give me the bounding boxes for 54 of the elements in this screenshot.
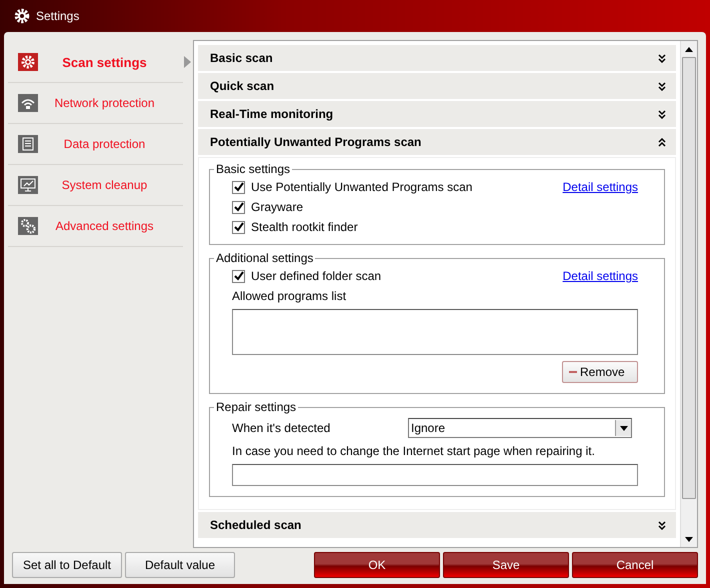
section-header[interactable]: Basic scan bbox=[198, 45, 676, 71]
checkbox[interactable] bbox=[232, 220, 245, 234]
expand-chevron-icon bbox=[658, 54, 666, 62]
action-dropdown[interactable]: Ignore bbox=[408, 418, 632, 438]
section-header[interactable]: Quick scan bbox=[198, 73, 676, 99]
sidebar-item[interactable]: Scan settings bbox=[8, 42, 183, 83]
scroll-thumb[interactable] bbox=[682, 57, 696, 499]
sidebar-item[interactable]: System cleanup bbox=[8, 165, 183, 206]
dropdown-arrow-icon bbox=[620, 426, 628, 430]
gears-icon bbox=[18, 217, 38, 235]
default-button[interactable]: Default value bbox=[125, 552, 235, 578]
field-label: In case you need to change the Internet start page when repairing it. bbox=[232, 444, 596, 458]
gear-icon bbox=[18, 53, 38, 71]
gear-icon bbox=[14, 8, 30, 24]
collapse-chevron-icon bbox=[658, 138, 666, 146]
wifi-icon bbox=[18, 94, 38, 112]
checkbox-label: Grayware bbox=[251, 200, 304, 214]
sidebar-item[interactable]: Network protection bbox=[8, 83, 183, 124]
document-icon bbox=[18, 135, 38, 153]
field-label: Allowed programs list bbox=[232, 289, 348, 303]
section-header[interactable]: Scheduled scan bbox=[198, 512, 676, 538]
group-title: Additional settings bbox=[215, 251, 314, 265]
dialog-button[interactable]: OK bbox=[314, 552, 440, 578]
scrollbar[interactable] bbox=[680, 41, 697, 547]
pointer-arrow-icon bbox=[184, 56, 191, 68]
expand-chevron-icon bbox=[658, 110, 666, 118]
expand-chevron-icon bbox=[658, 82, 666, 90]
expand-chevron-icon bbox=[658, 520, 666, 530]
group-title: Repair settings bbox=[215, 400, 298, 414]
detail-settings-link[interactable]: Detail settings bbox=[562, 269, 638, 283]
scroll-down-icon bbox=[685, 536, 693, 542]
detail-settings-link[interactable]: Detail settings bbox=[562, 180, 638, 194]
group-title: Basic settings bbox=[215, 162, 292, 176]
section-header[interactable]: Potentially Unwanted Programs scan bbox=[198, 129, 676, 155]
checkbox-label: Use Potentially Unwanted Programs scan bbox=[251, 180, 472, 194]
checkbox-label: Stealth rootkit finder bbox=[251, 220, 358, 234]
checkbox[interactable] bbox=[232, 180, 245, 194]
section-header[interactable]: Real-Time monitoring bbox=[198, 101, 676, 127]
programs-list[interactable] bbox=[232, 309, 638, 355]
checkbox-label: User defined folder scan bbox=[251, 269, 382, 283]
start-page-field[interactable] bbox=[232, 464, 638, 486]
default-button[interactable]: Set all to Default bbox=[12, 552, 122, 578]
dialog-button[interactable]: Save bbox=[443, 552, 569, 578]
sidebar-item[interactable]: Data protection bbox=[8, 124, 183, 165]
checkbox[interactable] bbox=[232, 270, 245, 282]
sidebar-item[interactable]: Advanced settings bbox=[8, 206, 183, 247]
monitor-icon bbox=[18, 176, 38, 194]
remove-button[interactable]: Remove bbox=[562, 361, 638, 383]
window-title: Settings bbox=[36, 9, 80, 23]
dialog-button[interactable]: Cancel bbox=[572, 552, 698, 578]
field-label: When it's detected bbox=[232, 421, 332, 435]
scroll-up-icon bbox=[685, 46, 693, 52]
minus-icon bbox=[569, 371, 577, 373]
checkbox[interactable] bbox=[232, 200, 245, 214]
